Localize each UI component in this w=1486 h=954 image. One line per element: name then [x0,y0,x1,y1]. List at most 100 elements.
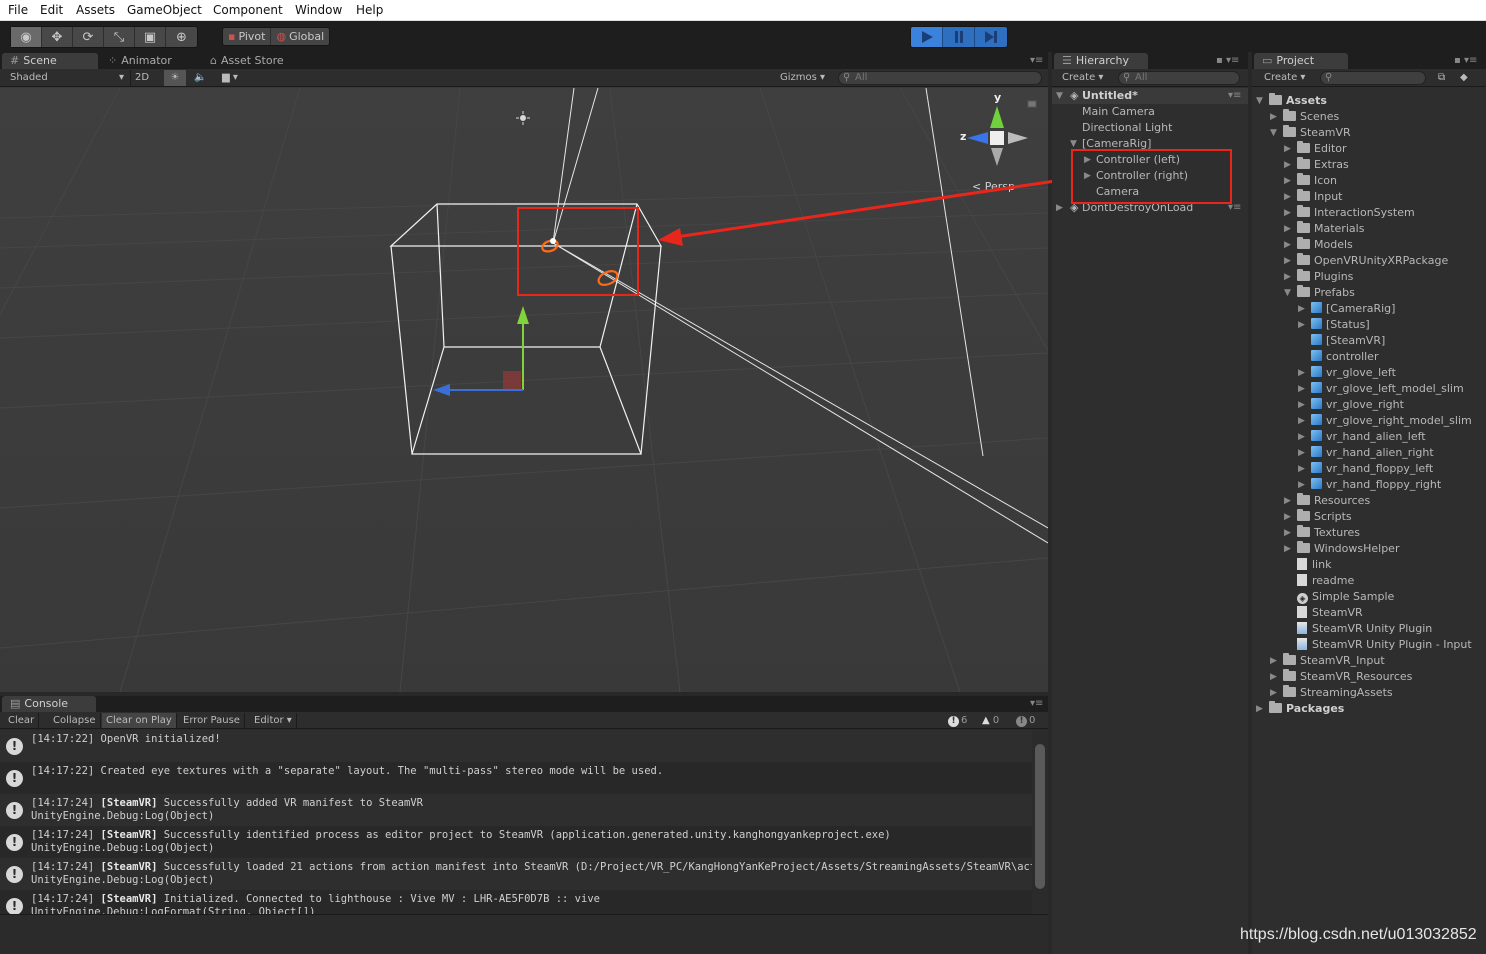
rotate-tool-button[interactable]: ⟳ [73,27,104,47]
project-item[interactable]: link [1297,557,1331,573]
project-item[interactable]: readme [1297,573,1354,589]
expand-arrow-icon[interactable]: ▼ [1070,139,1077,149]
project-item[interactable]: Icon [1297,173,1337,189]
hierarchy-lock-icon[interactable]: ▪ ▾≡ [1216,55,1239,66]
pivot-button[interactable]: ▪ Pivot [223,28,272,45]
collapse-arrow-icon[interactable]: ▶ [1298,480,1305,490]
tab-project[interactable]: ▭ Project [1254,53,1348,69]
collapse-arrow-icon[interactable]: ▶ [1284,528,1291,538]
project-item[interactable]: Scenes [1283,109,1339,125]
effects-dropdown[interactable]: ▆ ▾ [218,70,242,86]
scene-search-input[interactable]: All [838,71,1042,85]
project-create-button[interactable]: Create ▾ [1260,70,1309,86]
collapse-arrow-icon[interactable]: ▶ [1284,144,1291,154]
gizmos-dropdown[interactable]: Gizmos ▾ [776,70,829,86]
transform-tool-button[interactable]: ⊕ [166,27,197,47]
project-item[interactable]: SteamVR Unity Plugin - Input [1297,637,1472,653]
collapse-arrow-icon[interactable]: ▶ [1284,176,1291,186]
play-button[interactable] [911,27,943,47]
lighting-toggle[interactable]: ☀ [164,70,186,86]
collapse-arrow-icon[interactable]: ▶ [1284,160,1291,170]
project-item[interactable]: Editor [1297,141,1347,157]
scene-root-item[interactable]: ◈ Untitled* [1070,88,1138,104]
project-item[interactable]: Models [1297,237,1353,253]
project-item[interactable]: Textures [1297,525,1360,541]
step-button[interactable] [975,27,1007,47]
error-count-toggle[interactable]: ! 0 [1016,713,1035,728]
collapse-arrow-icon[interactable]: ▶ [1298,448,1305,458]
project-item[interactable]: StreamingAssets [1283,685,1393,701]
tab-asset-store[interactable]: ⌂ Asset Store [202,53,292,69]
menu-window[interactable]: Window [295,3,342,17]
project-item[interactable]: SteamVR Unity Plugin [1297,621,1432,637]
tab-hierarchy[interactable]: ☰ Hierarchy [1054,53,1148,69]
expand-arrow-icon[interactable]: ▼ [1056,91,1063,101]
warning-count-toggle[interactable]: ▲ 0 [982,713,999,728]
menu-assets[interactable]: Assets [76,3,115,17]
project-item[interactable]: ◈ Simple Sample [1297,589,1394,605]
project-item[interactable]: Extras [1297,157,1349,173]
log-entry[interactable]: ! [14:17:22] Created eye textures with a… [0,762,1032,794]
collapse-arrow-icon[interactable]: ▶ [1284,240,1291,250]
menu-component[interactable]: Component [213,3,283,17]
project-item[interactable]: controller [1311,349,1378,365]
tab-console[interactable]: ▤ Console [2,696,96,712]
collapse-arrow-icon[interactable]: ▶ [1284,496,1291,506]
clear-on-play-toggle[interactable]: Clear on Play [102,713,177,728]
project-item[interactable]: Prefabs [1297,285,1355,301]
collapse-arrow-icon[interactable]: ▶ [1284,256,1291,266]
collapse-arrow-icon[interactable]: ▶ [1298,400,1305,410]
project-item[interactable]: Scripts [1297,509,1352,525]
project-lock-icon[interactable]: ▪ ▾≡ [1454,55,1477,66]
expand-arrow-icon[interactable]: ▼ [1270,128,1277,138]
scrollbar-thumb[interactable] [1035,744,1045,889]
project-item[interactable]: Materials [1297,221,1364,237]
scale-tool-button[interactable]: ⤡ [104,27,135,47]
rect-tool-button[interactable]: ▣ [135,27,166,47]
filter-by-label-icon[interactable]: ◆ [1456,70,1472,86]
collapse-arrow-icon[interactable]: ▶ [1284,192,1291,202]
audio-toggle[interactable]: 🔈 [190,70,210,86]
collapse-button[interactable]: Collapse [49,713,101,728]
project-item[interactable]: vr_hand_alien_left [1311,429,1426,445]
project-item[interactable]: InteractionSystem [1297,205,1415,221]
collapse-arrow-icon[interactable]: ▶ [1298,304,1305,314]
collapse-arrow-icon[interactable]: ▶ [1298,384,1305,394]
project-item[interactable]: Input [1297,189,1342,205]
collapse-arrow-icon[interactable]: ▶ [1298,432,1305,442]
log-entry[interactable]: ! [14:17:24] [SteamVR] Successfully adde… [0,794,1032,826]
collapse-arrow-icon[interactable]: ▶ [1056,203,1063,213]
project-item[interactable]: SteamVR_Resources [1283,669,1412,685]
collapse-arrow-icon[interactable]: ▶ [1284,208,1291,218]
shading-mode-dropdown[interactable]: Shaded ▾ [6,70,126,86]
log-entry[interactable]: ! [14:17:24] [SteamVR] Successfully load… [0,858,1032,890]
collapse-arrow-icon[interactable]: ▶ [1284,544,1291,554]
error-pause-toggle[interactable]: Error Pause [179,713,245,728]
project-item[interactable]: vr_glove_left [1311,365,1396,381]
log-entry[interactable]: ! [14:17:24] [SteamVR] Initialized. Conn… [0,890,1032,914]
project-item[interactable]: [CameraRig] [1311,301,1395,317]
project-item[interactable]: vr_glove_right [1311,397,1404,413]
expand-arrow-icon[interactable]: ▼ [1256,96,1263,106]
project-item[interactable]: SteamVR [1283,125,1351,141]
tab-scene[interactable]: # Scene [2,53,98,69]
hierarchy-search-input[interactable]: All [1118,71,1240,85]
clear-button[interactable]: Clear [4,713,40,728]
project-item[interactable]: WindowsHelper [1297,541,1399,557]
hierarchy-item-main-camera[interactable]: Main Camera [1082,104,1155,120]
project-item[interactable]: vr_glove_left_model_slim [1311,381,1464,397]
project-item[interactable]: Plugins [1297,269,1353,285]
project-item[interactable]: vr_hand_floppy_left [1311,461,1433,477]
collapse-arrow-icon[interactable]: ▶ [1284,224,1291,234]
collapse-arrow-icon[interactable]: ▶ [1284,272,1291,282]
log-entry[interactable]: ! [14:17:22] OpenVR initialized! [0,730,1032,762]
collapse-arrow-icon[interactable]: ▶ [1270,672,1277,682]
collapse-arrow-icon[interactable]: ▶ [1270,112,1277,122]
collapse-arrow-icon[interactable]: ▶ [1256,704,1263,714]
collapse-arrow-icon[interactable]: ▶ [1298,368,1305,378]
menu-help[interactable]: Help [356,3,383,17]
collapse-arrow-icon[interactable]: ▶ [1270,656,1277,666]
log-scrollbar[interactable] [1032,730,1048,914]
project-item[interactable]: vr_hand_alien_right [1311,445,1434,461]
panel-menu-icon[interactable]: ▾≡ [1030,55,1043,66]
